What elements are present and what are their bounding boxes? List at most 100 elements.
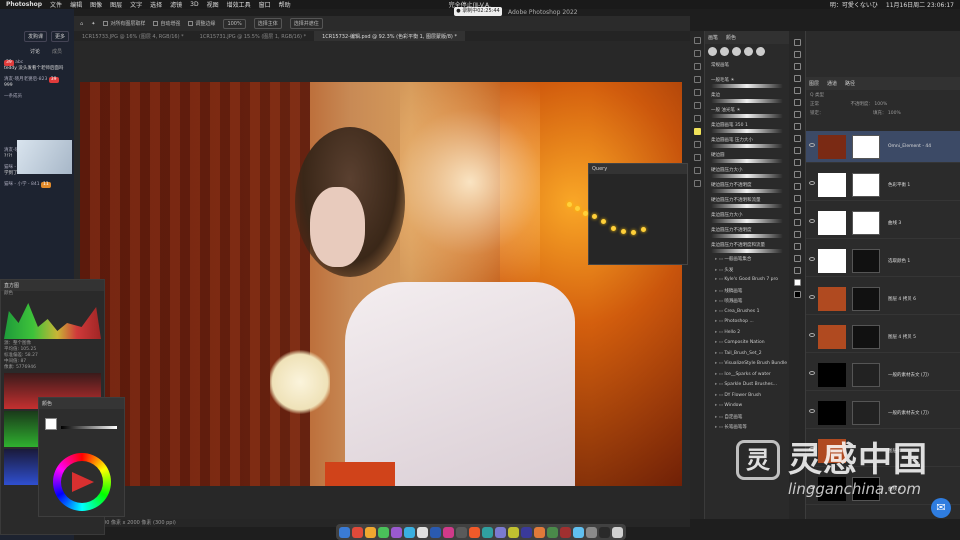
dock-app-icon[interactable]	[443, 526, 454, 538]
refine-edge-checkbox[interactable]: 调整边缘	[188, 20, 215, 27]
brush-folder[interactable]: 长笔画笔等	[705, 422, 789, 433]
layer-filter[interactable]: Q 类型	[806, 90, 960, 99]
type-tool-icon[interactable]	[693, 128, 701, 135]
magic-wand-icon[interactable]: ✦	[91, 21, 95, 27]
sample-all-layers-checkbox[interactable]: 对所有图层取样	[103, 20, 145, 27]
visibility-eye-icon[interactable]	[809, 181, 815, 185]
path-select-icon[interactable]	[793, 231, 801, 238]
menubar-user[interactable]: 明：可愛くないひ	[830, 0, 878, 9]
crop-tool-icon[interactable]	[793, 87, 801, 94]
histogram-channel[interactable]: 颜色	[1, 291, 104, 297]
clone-source-icon[interactable]	[693, 102, 701, 109]
select-and-mask-button[interactable]: 选择并遮住	[289, 18, 323, 29]
lasso-tool-icon[interactable]	[793, 63, 801, 70]
dock-app-icon[interactable]	[508, 526, 519, 538]
doc-tab-active[interactable]: 1CR15732-编辑.psd @ 92.3% (色彩平衡 1, 图层蒙版/8)…	[314, 31, 465, 41]
gradient-tool-icon[interactable]	[793, 171, 801, 178]
menu-view[interactable]: 视图	[207, 0, 219, 9]
brush-item[interactable]: 柔边圆压力不透明度和流量	[711, 242, 783, 254]
layer-mask-thumbnail[interactable]	[852, 249, 880, 273]
brush-folder[interactable]: DY Flower Brush	[705, 391, 789, 402]
brush-item[interactable]: 硬边圆	[711, 152, 783, 164]
foreground-color-swatch[interactable]	[793, 279, 801, 286]
brush-item[interactable]: 一般 油光笔 ☀	[711, 107, 783, 119]
brush-preset[interactable]	[756, 47, 765, 56]
brush-folder[interactable]: 喷溅画笔	[705, 296, 789, 307]
menu-window[interactable]: 窗口	[259, 0, 271, 9]
history-brush-icon[interactable]	[793, 147, 801, 154]
styles-icon[interactable]	[693, 167, 701, 174]
layer-mask-thumbnail[interactable]	[852, 135, 880, 159]
layer-row[interactable]: 选取颜色 1	[806, 245, 960, 277]
layer-row[interactable]: 图层 4 拷贝 6	[806, 283, 960, 315]
brush-folder[interactable]: Sparkle Dust Brushes...	[705, 380, 789, 391]
dock-app-icon[interactable]	[495, 526, 506, 538]
tab-color[interactable]: 颜色	[726, 34, 736, 41]
layer-row[interactable]: 曲线 3	[806, 207, 960, 239]
swatches-icon[interactable]	[693, 154, 701, 161]
shape-tool-icon[interactable]	[793, 243, 801, 250]
dodge-tool-icon[interactable]	[793, 195, 801, 202]
dock-app-icon[interactable]	[482, 526, 493, 538]
menu-file[interactable]: 文件	[50, 0, 62, 9]
brush-item[interactable]: 柔边圆画笔 压力大小	[711, 137, 783, 149]
dock-app-icon[interactable]	[560, 526, 571, 538]
type-tool-icon[interactable]	[793, 219, 801, 226]
paragraph-icon[interactable]	[693, 115, 701, 122]
background-color-swatch[interactable]	[793, 291, 801, 298]
tab-layers[interactable]: 图层	[809, 80, 819, 87]
dock-app-icon[interactable]	[391, 526, 402, 538]
brush-preset[interactable]	[732, 47, 741, 56]
healing-tool-icon[interactable]	[793, 111, 801, 118]
brush-folder[interactable]: 线稿画笔	[705, 286, 789, 297]
quick-select-tool-icon[interactable]	[793, 75, 801, 82]
dock-app-icon[interactable]	[586, 526, 597, 538]
menu-plugins[interactable]: 增效工具	[227, 0, 251, 9]
brush-folder[interactable]: Crea_Brushes 1	[705, 307, 789, 318]
layer-row[interactable]: 色彩平衡 1	[806, 169, 960, 201]
play-icon[interactable]	[693, 37, 701, 44]
dock-app-icon[interactable]	[404, 526, 415, 538]
dock-app-icon[interactable]	[599, 526, 610, 538]
blend-mode-select[interactable]: 正常	[810, 102, 819, 107]
brush-preset[interactable]	[720, 47, 729, 56]
opacity-value[interactable]: 100%	[874, 102, 887, 107]
brush-item[interactable]: 柔边圆压力大小	[711, 212, 783, 224]
brightness-slider[interactable]	[61, 426, 117, 429]
stamp-tool-icon[interactable]	[793, 135, 801, 142]
layer-row[interactable]: 一般的素材去文 (刀)	[806, 359, 960, 391]
more-button[interactable]: 更多	[51, 31, 70, 42]
menu-filter[interactable]: 滤镜	[170, 0, 182, 9]
dock-app-icon[interactable]	[365, 526, 376, 538]
visibility-eye-icon[interactable]	[809, 371, 815, 375]
tab-paths[interactable]: 路径	[845, 80, 855, 87]
dock-app-icon[interactable]	[378, 526, 389, 538]
tab-channels[interactable]: 通道	[827, 80, 837, 87]
visibility-eye-icon[interactable]	[809, 409, 815, 413]
brush-folder[interactable]: Tail_Brush_Set_2	[705, 349, 789, 360]
layer-row[interactable]: Omni_Element - 44	[806, 131, 960, 163]
eyedropper-tool-icon[interactable]	[793, 99, 801, 106]
dock-app-icon[interactable]	[534, 526, 545, 538]
doc-tab[interactable]: 1CR15733.JPG @ 16% (图层 4, RGB/16) *	[74, 31, 192, 41]
menu-3d[interactable]: 3D	[190, 1, 198, 8]
brush-folder[interactable]: Kyle's Good Brush 7 pro	[705, 275, 789, 286]
layer-row[interactable]: 图层 4 拷贝 5	[806, 321, 960, 353]
tab-members[interactable]: 成员	[52, 48, 62, 55]
dock-app-icon[interactable]	[417, 526, 428, 538]
marquee-tool-icon[interactable]	[793, 51, 801, 58]
tab-discussion[interactable]: 讨论	[30, 48, 40, 55]
zoom-value[interactable]: 100%	[223, 18, 246, 29]
home-icon[interactable]: ⌂	[80, 21, 83, 27]
dock-app-icon[interactable]	[456, 526, 467, 538]
brush-folder[interactable]: Window	[705, 401, 789, 412]
visibility-eye-icon[interactable]	[809, 295, 815, 299]
dock-app-icon[interactable]	[339, 526, 350, 538]
visibility-eye-icon[interactable]	[809, 333, 815, 337]
tab-brushes[interactable]: 画笔	[708, 34, 718, 41]
brush-settings-icon[interactable]	[693, 89, 701, 96]
dock-app-icon[interactable]	[521, 526, 532, 538]
brush-folder[interactable]: Photoshop ...	[705, 317, 789, 328]
color-wheel[interactable]	[53, 453, 111, 511]
doc-tab[interactable]: 1CR15731.JPG @ 15.5% (图层 1, RGB/16) *	[192, 31, 314, 41]
